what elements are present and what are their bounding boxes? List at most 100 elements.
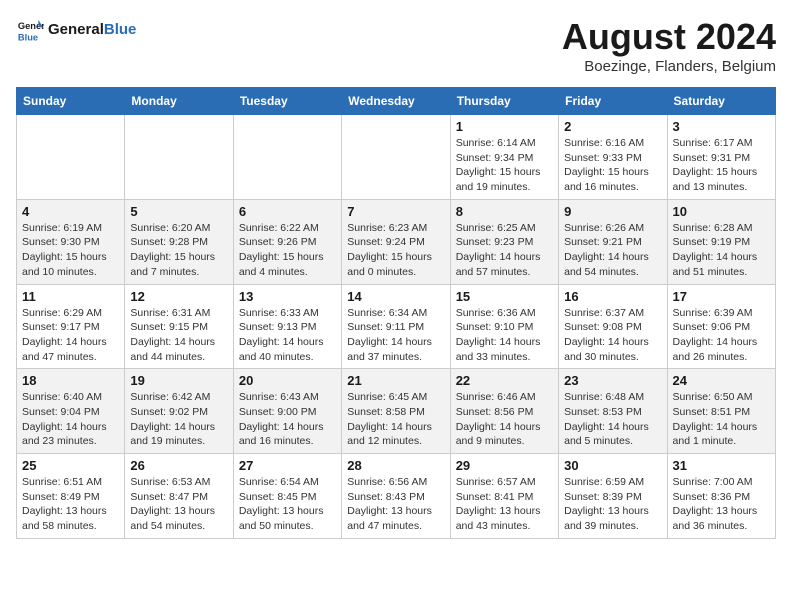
day-number: 4 [22,204,119,219]
day-number: 14 [347,289,444,304]
day-info: Sunrise: 6:59 AM Sunset: 8:39 PM Dayligh… [564,475,661,534]
day-number: 31 [673,458,770,473]
calendar-table: SundayMondayTuesdayWednesdayThursdayFrid… [16,87,776,539]
day-number: 12 [130,289,227,304]
day-number: 25 [22,458,119,473]
calendar-cell: 22Sunrise: 6:46 AM Sunset: 8:56 PM Dayli… [450,369,558,454]
day-number: 3 [673,119,770,134]
calendar-cell: 1 Sunrise: 6:14 AM Sunset: 9:34 PM Daylig… [450,115,558,200]
calendar-cell: 2 Sunrise: 6:16 AM Sunset: 9:33 PM Daylig… [559,115,667,200]
day-info: Sunrise: 6:42 AM Sunset: 9:02 PM Dayligh… [130,390,227,449]
day-number: 18 [22,373,119,388]
day-number: 1 [456,119,553,134]
day-info: Sunrise: 6:16 AM Sunset: 9:33 PM Dayligh… [564,136,661,195]
day-number: 20 [239,373,336,388]
calendar-cell: 31 Sunrise: 7:00 AM Sunset: 8:36 PM Dayli… [667,454,775,539]
day-number: 16 [564,289,661,304]
calendar-cell: 15 Sunrise: 6:36 AM Sunset: 9:10 PM Dayli… [450,284,558,369]
calendar-cell: 20 Sunrise: 6:43 AM Sunset: 9:00 PM Dayli… [233,369,341,454]
day-info: Sunrise: 6:17 AM Sunset: 9:31 PM Dayligh… [673,136,770,195]
day-info: Sunrise: 6:57 AM Sunset: 8:41 PM Dayligh… [456,475,553,534]
column-header-tuesday: Tuesday [233,88,341,115]
day-info: Sunrise: 6:50 AM Sunset: 8:51 PM Dayligh… [673,390,770,449]
calendar-week-1: 1 Sunrise: 6:14 AM Sunset: 9:34 PM Daylig… [17,115,776,200]
day-number: 24 [673,373,770,388]
day-info: Sunrise: 6:33 AM Sunset: 9:13 PM Dayligh… [239,306,336,365]
day-number: 17 [673,289,770,304]
title-block: August 2024 Boezinge, Flanders, Belgium [562,16,776,75]
day-number: 13 [239,289,336,304]
day-info: Sunrise: 6:54 AM Sunset: 8:45 PM Dayligh… [239,475,336,534]
day-number: 30 [564,458,661,473]
calendar-cell: 9Sunrise: 6:26 AM Sunset: 9:21 PM Daylig… [559,199,667,284]
calendar-cell: 24 Sunrise: 6:50 AM Sunset: 8:51 PM Dayli… [667,369,775,454]
column-headers: SundayMondayTuesdayWednesdayThursdayFrid… [17,88,776,115]
day-info: Sunrise: 6:19 AM Sunset: 9:30 PM Dayligh… [22,221,119,280]
calendar-cell: 6Sunrise: 6:22 AM Sunset: 9:26 PM Daylig… [233,199,341,284]
column-header-thursday: Thursday [450,88,558,115]
calendar-cell: 17 Sunrise: 6:39 AM Sunset: 9:06 PM Dayli… [667,284,775,369]
day-number: 7 [347,204,444,219]
column-header-wednesday: Wednesday [342,88,450,115]
calendar-week-5: 25 Sunrise: 6:51 AM Sunset: 8:49 PM Dayli… [17,454,776,539]
calendar-cell: 19 Sunrise: 6:42 AM Sunset: 9:02 PM Dayli… [125,369,233,454]
calendar-cell: 27 Sunrise: 6:54 AM Sunset: 8:45 PM Dayli… [233,454,341,539]
day-number: 11 [22,289,119,304]
column-header-monday: Monday [125,88,233,115]
day-info: Sunrise: 6:20 AM Sunset: 9:28 PM Dayligh… [130,221,227,280]
calendar-cell [233,115,341,200]
day-number: 27 [239,458,336,473]
calendar-cell [125,115,233,200]
day-info: Sunrise: 6:31 AM Sunset: 9:15 PM Dayligh… [130,306,227,365]
day-info: Sunrise: 6:14 AM Sunset: 9:34 PM Dayligh… [456,136,553,195]
calendar-week-2: 4 Sunrise: 6:19 AM Sunset: 9:30 PM Daylig… [17,199,776,284]
calendar-cell: 26Sunrise: 6:53 AM Sunset: 8:47 PM Dayli… [125,454,233,539]
day-number: 19 [130,373,227,388]
day-info: Sunrise: 6:45 AM Sunset: 8:58 PM Dayligh… [347,390,444,449]
calendar-cell: 28Sunrise: 6:56 AM Sunset: 8:43 PM Dayli… [342,454,450,539]
day-number: 26 [130,458,227,473]
logo-text: GeneralBlue [48,21,136,39]
day-info: Sunrise: 6:29 AM Sunset: 9:17 PM Dayligh… [22,306,119,365]
calendar-cell: 5 Sunrise: 6:20 AM Sunset: 9:28 PM Daylig… [125,199,233,284]
day-number: 15 [456,289,553,304]
calendar-week-3: 11 Sunrise: 6:29 AM Sunset: 9:17 PM Dayli… [17,284,776,369]
month-year-title: August 2024 [562,16,776,58]
day-number: 2 [564,119,661,134]
day-info: Sunrise: 7:00 AM Sunset: 8:36 PM Dayligh… [673,475,770,534]
calendar-cell: 4 Sunrise: 6:19 AM Sunset: 9:30 PM Daylig… [17,199,125,284]
day-number: 6 [239,204,336,219]
calendar-cell [17,115,125,200]
day-number: 9 [564,204,661,219]
location-subtitle: Boezinge, Flanders, Belgium [562,58,776,75]
logo-icon: General Blue [16,16,44,44]
calendar-cell: 14 Sunrise: 6:34 AM Sunset: 9:11 PM Dayli… [342,284,450,369]
day-number: 10 [673,204,770,219]
day-number: 21 [347,373,444,388]
day-info: Sunrise: 6:40 AM Sunset: 9:04 PM Dayligh… [22,390,119,449]
day-info: Sunrise: 6:56 AM Sunset: 8:43 PM Dayligh… [347,475,444,534]
page-header: General Blue GeneralBlue August 2024 Boe… [16,16,776,75]
day-info: Sunrise: 6:37 AM Sunset: 9:08 PM Dayligh… [564,306,661,365]
day-number: 29 [456,458,553,473]
day-number: 5 [130,204,227,219]
calendar-cell: 29 Sunrise: 6:57 AM Sunset: 8:41 PM Dayli… [450,454,558,539]
calendar-week-4: 18 Sunrise: 6:40 AM Sunset: 9:04 PM Dayli… [17,369,776,454]
day-info: Sunrise: 6:51 AM Sunset: 8:49 PM Dayligh… [22,475,119,534]
day-info: Sunrise: 6:34 AM Sunset: 9:11 PM Dayligh… [347,306,444,365]
calendar-cell [342,115,450,200]
day-info: Sunrise: 6:39 AM Sunset: 9:06 PM Dayligh… [673,306,770,365]
day-number: 22 [456,373,553,388]
calendar-cell: 18 Sunrise: 6:40 AM Sunset: 9:04 PM Dayli… [17,369,125,454]
calendar-cell: 25 Sunrise: 6:51 AM Sunset: 8:49 PM Dayli… [17,454,125,539]
day-info: Sunrise: 6:28 AM Sunset: 9:19 PM Dayligh… [673,221,770,280]
day-number: 8 [456,204,553,219]
column-header-friday: Friday [559,88,667,115]
day-info: Sunrise: 6:43 AM Sunset: 9:00 PM Dayligh… [239,390,336,449]
calendar-cell: 11 Sunrise: 6:29 AM Sunset: 9:17 PM Dayli… [17,284,125,369]
day-info: Sunrise: 6:23 AM Sunset: 9:24 PM Dayligh… [347,221,444,280]
calendar-cell: 23Sunrise: 6:48 AM Sunset: 8:53 PM Dayli… [559,369,667,454]
calendar-cell: 16 Sunrise: 6:37 AM Sunset: 9:08 PM Dayli… [559,284,667,369]
day-info: Sunrise: 6:36 AM Sunset: 9:10 PM Dayligh… [456,306,553,365]
calendar-cell: 30 Sunrise: 6:59 AM Sunset: 8:39 PM Dayli… [559,454,667,539]
